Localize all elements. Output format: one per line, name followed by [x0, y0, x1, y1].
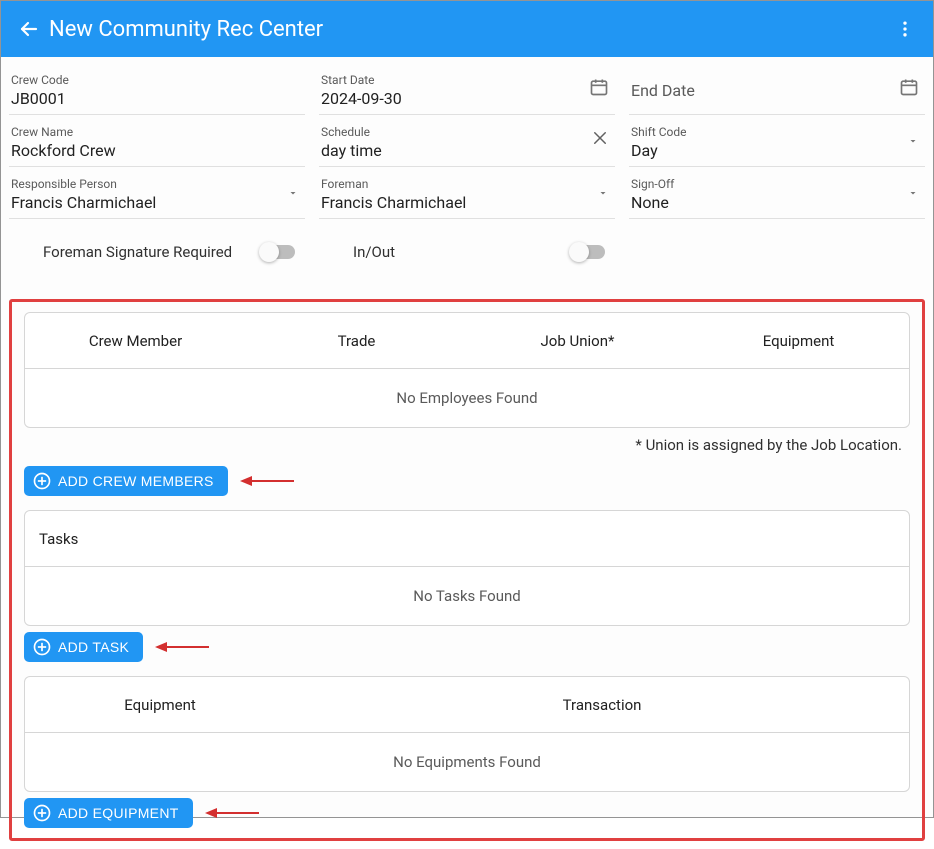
kebab-menu-icon[interactable]: [891, 15, 919, 43]
equipment-panel-header-row: Equipment Transaction: [25, 677, 909, 733]
page-title: New Community Rec Center: [49, 17, 891, 42]
toggle-label: In/Out: [353, 243, 395, 261]
clear-icon[interactable]: [591, 129, 609, 147]
chevron-down-icon[interactable]: [287, 187, 299, 199]
crew-members-panel: Crew Member Trade Job Union* Equipment N…: [24, 312, 910, 428]
crew-code-field[interactable]: Crew Code JB0001: [9, 63, 305, 115]
annotation-arrow-icon: [240, 473, 294, 489]
field-value: Rockford Crew: [11, 139, 303, 164]
field-label: Foreman: [321, 177, 613, 191]
field-value: 2024-09-30: [321, 87, 613, 112]
col-header: Transaction: [295, 696, 909, 714]
calendar-icon[interactable]: [899, 77, 919, 97]
field-value: JB0001: [11, 87, 303, 112]
start-date-field[interactable]: Start Date 2024-09-30: [319, 63, 615, 115]
field-label: Start Date: [321, 73, 613, 87]
tasks-panel-header: Tasks: [25, 511, 909, 567]
annotation-arrow-icon: [155, 639, 209, 655]
field-label: Crew Name: [11, 125, 303, 139]
annotation-arrow-icon: [205, 805, 259, 821]
add-task-button[interactable]: ADD TASK: [24, 632, 143, 662]
crew-name-field[interactable]: Crew Name Rockford Crew: [9, 115, 305, 167]
add-equipment-button[interactable]: ADD EQUIPMENT: [24, 798, 193, 828]
end-date-field[interactable]: End Date: [629, 63, 925, 115]
field-value: day time: [321, 139, 613, 164]
button-label: ADD TASK: [58, 639, 129, 655]
app-bar: New Community Rec Center: [1, 1, 933, 57]
field-value: Day: [631, 139, 923, 164]
button-label: ADD CREW MEMBERS: [58, 473, 214, 489]
empty-state-text: No Equipments Found: [25, 733, 909, 791]
chevron-down-icon[interactable]: [597, 187, 609, 199]
add-crew-members-button[interactable]: ADD CREW MEMBERS: [24, 466, 228, 496]
button-label: ADD EQUIPMENT: [58, 805, 179, 821]
field-label: Shift Code: [631, 125, 923, 139]
inout-toggle-row: In/Out: [319, 237, 615, 267]
signoff-field[interactable]: Sign-Off None: [629, 167, 925, 219]
field-label: Crew Code: [11, 73, 303, 87]
col-header: Job Union*: [467, 332, 688, 350]
foreman-signature-toggle-row: Foreman Signature Required: [9, 237, 305, 267]
empty-state-text: No Tasks Found: [25, 567, 909, 625]
responsible-person-field[interactable]: Responsible Person Francis Charmichael: [9, 167, 305, 219]
inout-toggle[interactable]: [571, 245, 605, 259]
field-value: Francis Charmichael: [11, 191, 303, 216]
union-note: * Union is assigned by the Job Location.: [16, 428, 910, 458]
field-label: Responsible Person: [11, 177, 303, 191]
col-header: Trade: [246, 332, 467, 350]
equipment-panel: Equipment Transaction No Equipments Foun…: [24, 676, 910, 792]
foreman-signature-toggle[interactable]: [261, 245, 295, 259]
back-arrow-icon[interactable]: [15, 15, 43, 43]
field-label: Sign-Off: [631, 177, 923, 191]
highlighted-lists-section: Crew Member Trade Job Union* Equipment N…: [9, 299, 925, 841]
empty-state-text: No Employees Found: [25, 369, 909, 427]
toggle-label: Foreman Signature Required: [43, 243, 232, 261]
tasks-panel: Tasks No Tasks Found: [24, 510, 910, 626]
field-value: Francis Charmichael: [321, 191, 613, 216]
field-value: None: [631, 191, 923, 216]
chevron-down-icon[interactable]: [907, 135, 919, 147]
foreman-field[interactable]: Foreman Francis Charmichael: [319, 167, 615, 219]
crew-panel-header-row: Crew Member Trade Job Union* Equipment: [25, 313, 909, 369]
field-label: Schedule: [321, 125, 613, 139]
col-header: Equipment: [25, 696, 295, 714]
field-placeholder: End Date: [631, 73, 923, 108]
shift-code-field[interactable]: Shift Code Day: [629, 115, 925, 167]
calendar-icon[interactable]: [589, 77, 609, 97]
col-header: Crew Member: [25, 332, 246, 350]
schedule-field[interactable]: Schedule day time: [319, 115, 615, 167]
col-header: Equipment: [688, 332, 909, 350]
chevron-down-icon[interactable]: [907, 187, 919, 199]
